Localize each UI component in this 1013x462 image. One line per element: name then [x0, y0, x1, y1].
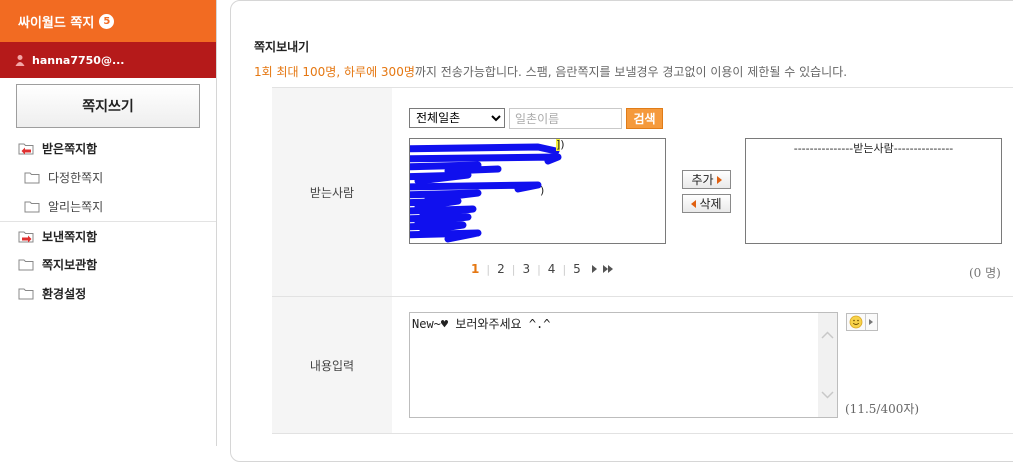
message-textarea[interactable]: New~♥ 보러와주세요 ^.^ [409, 312, 838, 418]
friend-list-item: ]) [556, 138, 565, 151]
page-4[interactable]: 4 [547, 262, 557, 276]
arrow-right-icon [716, 175, 722, 184]
sidebar-item-sent[interactable]: 보낸쪽지함 [0, 221, 216, 250]
pagination: 1 | 2 | 3 | 4 | 5 [470, 262, 613, 276]
user-id: hanna7750@... [32, 53, 125, 67]
sidebar-item-notice[interactable]: 알리는쪽지 [0, 192, 216, 221]
page-2[interactable]: 2 [496, 262, 506, 276]
scroll-down-icon[interactable] [821, 391, 834, 399]
sidebar-header: 싸이월드 쪽지 5 [0, 0, 216, 42]
folder-outgoing-icon [18, 231, 34, 242]
sidebar-item-settings[interactable]: 환경설정 [0, 279, 216, 308]
page-1[interactable]: 1 [470, 262, 480, 276]
scroll-up-icon[interactable] [821, 331, 834, 339]
arrow-left-icon [691, 199, 697, 208]
folder-icon [24, 201, 40, 213]
user-bar: hanna7750@... [0, 42, 216, 78]
send-limit-notice: 1회 최대 100명, 하루에 300명까지 전송가능합니다. 스팸, 음란쪽지… [254, 65, 848, 79]
next-page-icon[interactable] [591, 265, 597, 273]
sidebar: 싸이월드 쪽지 5 hanna7750@... 쪽지쓰기 받은쪽지함 다정한쪽지 [0, 0, 217, 446]
friend-group-select[interactable]: 전체일촌 [409, 108, 505, 128]
page-5[interactable]: 5 [572, 262, 582, 276]
friend-list[interactable]: ]) ) [409, 138, 666, 244]
char-count: (11.5/400자) [845, 402, 920, 416]
content-label: 내용입력 [272, 297, 392, 433]
redacted-area [410, 143, 562, 243]
user-icon [15, 55, 25, 66]
friend-list-item: ) [540, 184, 545, 197]
search-button[interactable]: 검색 [626, 108, 663, 129]
sidebar-menu: 받은쪽지함 다정한쪽지 알리는쪽지 보낸쪽지함 쪽지보관함 환경설정 [0, 134, 216, 308]
row-divider [272, 433, 1013, 434]
dropdown-arrow-icon [869, 319, 873, 325]
page-3[interactable]: 3 [521, 262, 531, 276]
folder-icon [24, 172, 40, 184]
folder-icon [18, 288, 34, 300]
unread-badge: 5 [99, 13, 115, 29]
folder-incoming-icon [18, 143, 34, 155]
folder-icon [18, 259, 34, 271]
receiver-list[interactable]: ---------------받는사람--------------- [745, 138, 1002, 244]
remove-recipient-button[interactable]: 삭제 [682, 194, 731, 213]
sidebar-item-friendly[interactable]: 다정한쪽지 [0, 163, 216, 192]
page-title: 쪽지보내기 [254, 40, 310, 54]
sidebar-item-archive[interactable]: 쪽지보관함 [0, 250, 216, 279]
smiley-icon [849, 315, 863, 329]
emoticon-button[interactable] [846, 313, 878, 331]
recipient-count: (0 명) [969, 266, 1001, 280]
textarea-scrollbar[interactable] [818, 313, 837, 417]
sidebar-item-inbox[interactable]: 받은쪽지함 [0, 134, 216, 163]
write-message-button[interactable]: 쪽지쓰기 [16, 84, 200, 128]
add-recipient-button[interactable]: 추가 [682, 170, 731, 189]
receiver-list-header: ---------------받는사람--------------- [793, 142, 954, 155]
recipient-label: 받는사람 [272, 88, 392, 296]
friend-name-input[interactable] [509, 108, 622, 129]
app-title: 싸이월드 쪽지 [18, 15, 95, 31]
